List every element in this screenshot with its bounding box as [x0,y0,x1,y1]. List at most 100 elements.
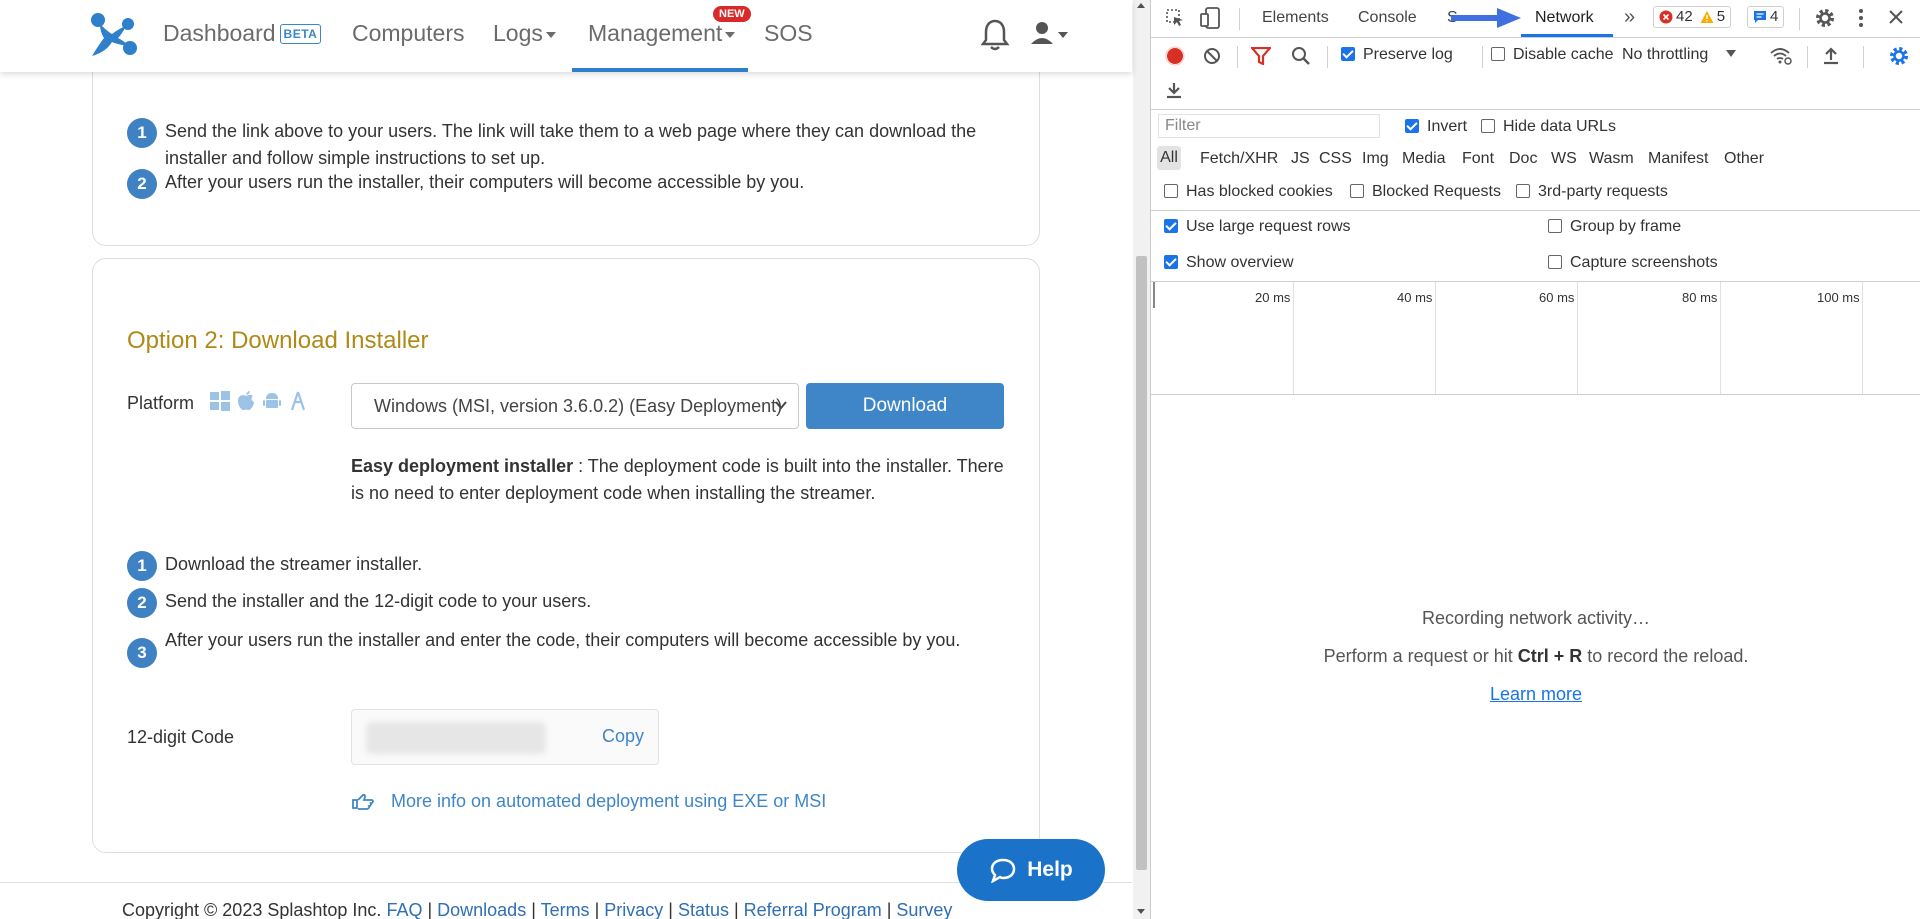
tab-elements[interactable]: Elements [1262,9,1329,27]
scroll-thumb[interactable] [1136,256,1147,870]
type-filter-manifest[interactable]: Manifest [1648,150,1708,168]
type-filter-ws[interactable]: WS [1551,150,1577,168]
type-filter-doc[interactable]: Doc [1509,150,1537,168]
type-filter-font[interactable]: Font [1462,150,1494,168]
nav-logs-label: Logs [493,20,543,46]
blocked-requests-checkbox[interactable]: Blocked Requests [1350,183,1501,201]
timeline-label: 20 ms [1255,290,1291,305]
more-tabs-icon[interactable]: » [1624,6,1635,29]
gear-icon[interactable] [1814,7,1836,29]
footer-link-privacy[interactable]: Privacy [604,900,663,919]
type-filter-media[interactable]: Media [1402,150,1446,168]
record-icon[interactable] [1165,46,1185,66]
code-label: 12-digit Code [127,727,235,747]
warning-count: 5 [1716,8,1726,25]
scroll-down-arrow[interactable] [1137,909,1145,914]
type-filter-img[interactable]: Img [1362,150,1389,168]
throttling-select[interactable]: No throttling [1622,46,1737,64]
hide-data-urls-label: Hide data URLs [1503,118,1616,135]
network-conditions-icon[interactable] [1769,46,1793,66]
windows-icon[interactable] [209,390,231,412]
chevron-down-icon [545,31,556,38]
timeline-gridline [1293,282,1294,394]
invert-checkbox[interactable]: Invert [1405,118,1467,136]
nav-dashboard[interactable]: Dashboard BETA [163,20,322,47]
download-icon[interactable] [1165,80,1183,100]
clear-icon[interactable] [1203,47,1221,65]
nav-management[interactable]: Management [588,20,736,47]
scroll-up-arrow[interactable] [1137,3,1145,8]
footer-link-downloads[interactable]: Downloads [437,900,526,919]
learn-more-link[interactable]: Learn more [1151,684,1920,705]
kebab-menu-icon[interactable] [1857,8,1865,28]
type-filter-js[interactable]: JS [1291,150,1310,168]
redacted-code [366,722,546,754]
checkbox-unchecked [1164,184,1178,198]
network-settings-gear-icon[interactable] [1888,45,1910,67]
issues-counter[interactable]: 42 5 [1653,6,1732,28]
more-info-link[interactable]: More info on automated deployment using … [351,791,826,812]
type-filter-css[interactable]: CSS [1319,150,1352,168]
show-overview-checkbox[interactable]: Show overview [1164,254,1294,272]
tab-console[interactable]: Console [1358,9,1417,27]
checkbox-unchecked [1491,47,1505,61]
toolbar-separator [1482,46,1483,68]
step-number: 1 [127,551,157,581]
checkbox-unchecked [1548,219,1562,233]
footer-link-faq[interactable]: FAQ [386,900,422,919]
preserve-log-checkbox[interactable]: Preserve log [1341,46,1453,64]
upload-icon[interactable] [1822,46,1840,66]
capture-screenshots-checkbox[interactable]: Capture screenshots [1548,254,1718,272]
platform-select[interactable]: Windows (MSI, version 3.6.0.2) (Easy Dep… [351,383,799,429]
checkbox-checked [1341,47,1355,61]
code-field: Copy [351,709,659,765]
help-label: Help [1027,858,1073,881]
help-button[interactable]: Help [957,839,1105,901]
search-icon[interactable] [1291,46,1311,66]
footer-link-survey[interactable]: Survey [896,900,952,919]
type-filter-all[interactable]: All [1157,146,1181,170]
inspect-element-icon[interactable] [1165,8,1185,28]
filter-icon[interactable] [1251,47,1271,65]
has-blocked-cookies-checkbox[interactable]: Has blocked cookies [1164,183,1333,201]
capture-screenshots-label: Capture screenshots [1570,254,1718,271]
group-by-frame-checkbox[interactable]: Group by frame [1548,218,1681,236]
nav-sos[interactable]: SOS [764,20,813,47]
easy-deployment-title: Easy deployment installer [351,456,574,476]
download-button[interactable]: Download [806,383,1004,429]
page-scrollbar[interactable] [1133,0,1150,919]
messages-counter[interactable]: 4 [1747,6,1785,28]
close-icon[interactable] [1888,9,1904,25]
user-menu-icon[interactable] [1030,20,1070,48]
throttling-value: No throttling [1622,46,1709,63]
splashtop-logo[interactable] [86,12,138,58]
disable-cache-checkbox[interactable]: Disable cache [1491,46,1614,64]
copy-button[interactable]: Copy [602,726,644,747]
record-hint: Perform a request or hit Ctrl + R to rec… [1151,646,1920,667]
apple-icon[interactable] [235,390,257,412]
hide-data-urls-checkbox[interactable]: Hide data URLs [1481,118,1616,136]
new-badge: NEW [713,6,751,22]
tab-network[interactable]: Network [1535,9,1594,27]
large-rows-checkbox[interactable]: Use large request rows [1164,218,1351,236]
type-filter-other[interactable]: Other [1724,150,1764,168]
network-overview-timeline[interactable]: 20 ms 40 ms 60 ms 80 ms 100 ms [1151,282,1920,394]
footer-link-status[interactable]: Status [678,900,729,919]
step-number: 3 [127,638,157,668]
footer-link-referral[interactable]: Referral Program [744,900,882,919]
linux-icon[interactable] [287,390,309,412]
timeline-label: 60 ms [1539,290,1575,305]
nav-logs[interactable]: Logs [493,20,556,47]
record-hint-pre: Perform a request or hit [1323,646,1518,666]
devtools-tabbar: Elements Console S Network » 42 5 4 [1151,0,1920,38]
nav-computers[interactable]: Computers [352,20,464,47]
android-icon[interactable] [261,390,283,412]
third-party-checkbox[interactable]: 3rd-party requests [1516,183,1668,201]
device-toggle-icon[interactable] [1199,6,1221,30]
type-filter-fetch-xhr[interactable]: Fetch/XHR [1200,150,1278,168]
filter-input[interactable]: Filter [1158,114,1380,138]
type-filter-wasm[interactable]: Wasm [1589,150,1634,168]
footer-link-terms[interactable]: Terms [541,900,590,919]
warning-icon [1700,11,1714,23]
bell-icon[interactable] [980,18,1010,52]
